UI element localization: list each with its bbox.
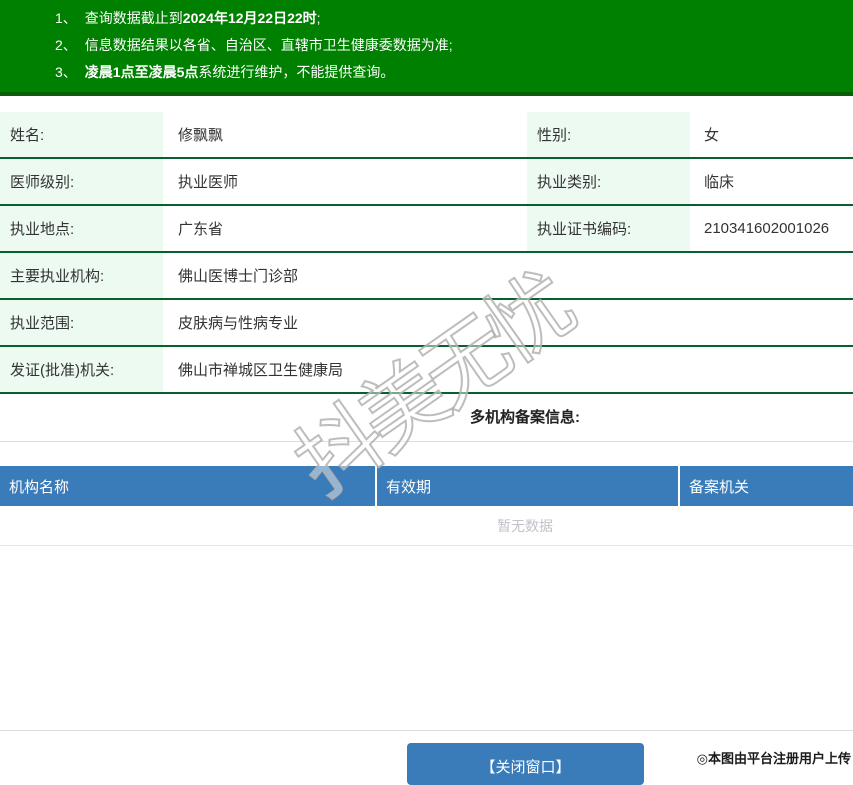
notice-text: 查询数据截止到: [84, 10, 183, 26]
gender-label: 性别:: [527, 112, 690, 157]
notice-line-2: 2、 信息数据结果以各省、自治区、直辖市卫生健康委数据为准;: [55, 32, 853, 59]
main-institution-value: 佛山医博士门诊部: [165, 253, 853, 298]
notice-number: 2、: [55, 37, 77, 53]
notice-text: 信息数据结果以各省、自治区、直辖市卫生健康委数据为准;: [84, 37, 453, 53]
table-row-main-institution: 主要执业机构: 佛山医博士门诊部: [0, 253, 853, 300]
name-value: 修飘飘: [165, 112, 525, 157]
column-header-institution-name: 机构名称: [9, 478, 70, 496]
filing-table-header: 机构名称 有效期 备案机关: [0, 466, 853, 506]
practice-location-value: 广东省: [165, 206, 525, 251]
notice-number: 1、: [55, 10, 77, 26]
practice-category-value: 临床: [690, 159, 853, 204]
practice-scope-value: 皮肤病与性病专业: [165, 300, 853, 345]
table-row-practice-scope: 执业范围: 皮肤病与性病专业: [0, 300, 853, 347]
table-row-issuing-authority: 发证(批准)机关: 佛山市禅城区卫生健康局: [0, 347, 853, 394]
table-row-level-category: 医师级别: 执业医师 执业类别: 临床: [0, 159, 853, 206]
upload-attribution-note: ◎本图由平台注册用户上传: [696, 751, 851, 766]
gender-value: 女: [690, 112, 853, 157]
table-row-location-certificate: 执业地点: 广东省 执业证书编码: 210341602001026: [0, 206, 853, 253]
physician-level-label: 医师级别:: [0, 159, 163, 204]
notice-text-bold: 凌晨1点至凌晨5点: [84, 64, 199, 80]
certificate-number-label: 执业证书编码:: [527, 206, 690, 251]
multi-institution-section-title: 多机构备案信息:: [0, 394, 853, 442]
filing-table-empty-state: 暂无数据: [0, 506, 853, 546]
notice-text: 系统进行维护，不能提供查询。: [198, 64, 395, 80]
physician-level-value: 执业医师: [165, 159, 525, 204]
certificate-number-value: 210341602001026: [690, 206, 853, 251]
table-row-name-gender: 姓名: 修飘飘 性别: 女: [0, 112, 853, 159]
issuing-authority-label: 发证(批准)机关:: [0, 347, 163, 392]
divider: [0, 730, 853, 731]
notice-text-bold: 2024年12月22日22时: [182, 10, 317, 26]
practice-scope-label: 执业范围:: [0, 300, 163, 345]
practice-location-label: 执业地点:: [0, 206, 163, 251]
notice-banner: 1、 查询数据截止到2024年12月22日22时; 2、 信息数据结果以各省、自治区…: [0, 0, 853, 96]
notice-text: ;: [316, 10, 321, 26]
issuing-authority-value: 佛山市禅城区卫生健康局: [165, 347, 853, 392]
practice-category-label: 执业类别:: [527, 159, 690, 204]
column-header-validity-period: 有效期: [375, 466, 678, 506]
name-label: 姓名:: [0, 112, 163, 157]
notice-line-1: 1、 查询数据截止到2024年12月22日22时;: [55, 5, 853, 32]
close-window-button[interactable]: 【关闭窗口】: [407, 743, 644, 785]
notice-line-3: 3、 凌晨1点至凌晨5点系统进行维护，不能提供查询。: [55, 59, 853, 86]
main-institution-label: 主要执业机构:: [0, 253, 163, 298]
practitioner-info-table: 姓名: 修飘飘 性别: 女 医师级别: 执业医师 执业类别: 临床 执业地点: …: [0, 112, 853, 394]
column-header-filing-authority: 备案机关: [678, 466, 853, 506]
notice-number: 3、: [55, 64, 77, 80]
